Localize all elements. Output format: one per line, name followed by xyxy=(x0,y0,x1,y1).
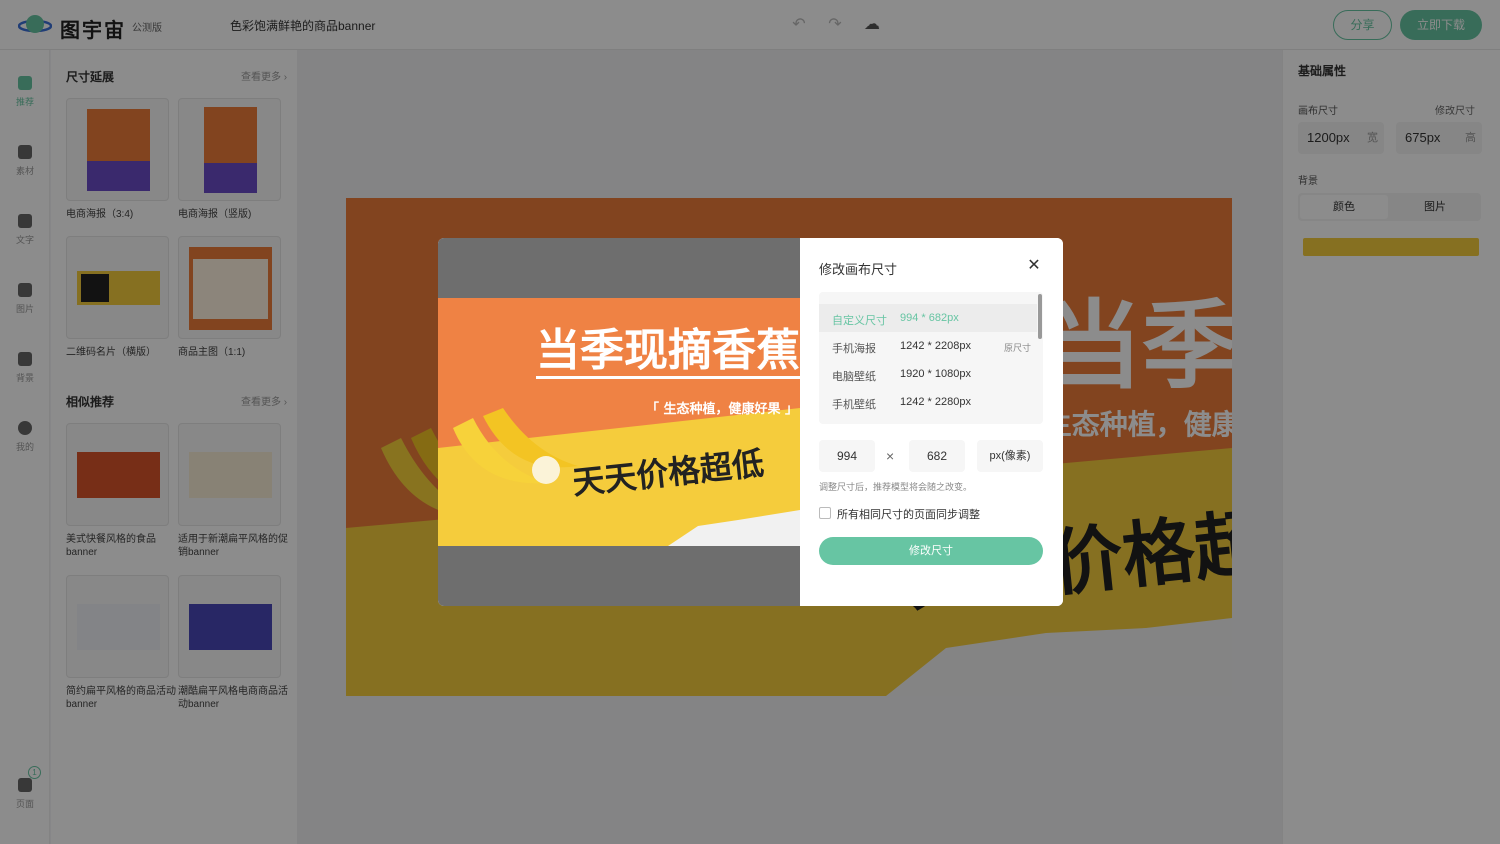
width-input[interactable] xyxy=(819,440,875,472)
resize-form: 修改画布尺寸 ✕ 自定义尺寸 994 * 682px 手机海报 1242 * 2… xyxy=(800,238,1063,606)
size-preset-mobile-wallpaper[interactable]: 手机壁纸 1242 * 2280px xyxy=(819,388,1037,416)
resize-hint: 调整尺寸后，推荐模型将会随之改变。 xyxy=(819,482,973,492)
size-preset-list: 自定义尺寸 994 * 682px 手机海报 1242 * 2208px 原尺寸… xyxy=(819,292,1043,424)
original-size-tag: 原尺寸 xyxy=(1004,343,1032,353)
sync-pages-checkbox[interactable] xyxy=(819,507,831,519)
resize-preview: 当季现摘香蕉 「 生态种植，健康好果 」 天天价格超低 xyxy=(438,238,800,606)
size-preset-custom[interactable]: 自定义尺寸 994 * 682px xyxy=(819,304,1037,332)
sync-pages-label[interactable]: 所有相同尺寸的页面同步调整 xyxy=(837,506,980,522)
size-preset-desktop-wallpaper[interactable]: 电脑壁纸 1920 * 1080px xyxy=(819,360,1037,388)
dialog-title: 修改画布尺寸 xyxy=(819,262,898,277)
height-input[interactable] xyxy=(909,440,965,472)
list-scrollbar[interactable] xyxy=(1038,294,1042,339)
resize-canvas-dialog: 当季现摘香蕉 「 生态种植，健康好果 」 天天价格超低 修改画布尺寸 ✕ 自定义… xyxy=(438,238,1063,606)
preview-subline: 「 生态种植，健康好果 」 xyxy=(646,402,799,417)
times-icon: × xyxy=(886,448,895,464)
close-icon[interactable]: ✕ xyxy=(1026,258,1042,274)
apply-resize-button[interactable]: 修改尺寸 xyxy=(819,537,1043,565)
preview-banner: 当季现摘香蕉 「 生态种植，健康好果 」 天天价格超低 xyxy=(438,298,800,546)
size-preset-mobile-poster[interactable]: 手机海报 1242 * 2208px 原尺寸 xyxy=(819,332,1037,360)
unit-select[interactable]: px(像素) xyxy=(977,440,1043,472)
preview-headline: 当季现摘香蕉 xyxy=(536,326,800,379)
